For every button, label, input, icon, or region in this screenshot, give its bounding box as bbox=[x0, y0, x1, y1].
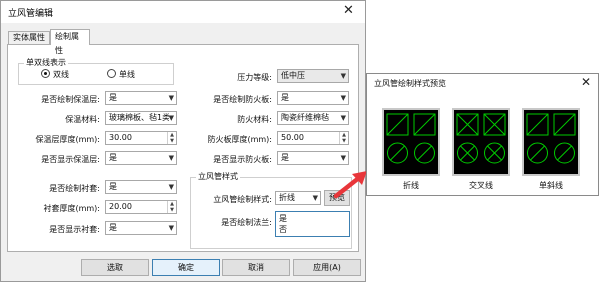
insulation-thickness-input[interactable]: 30.00 ▲ ▼ bbox=[105, 131, 177, 145]
draw-fireboard-select[interactable]: 是 ▼ bbox=[277, 91, 349, 105]
duct-style-group-title: 立风管样式 bbox=[196, 171, 240, 182]
chevron-down-icon: ▼ bbox=[340, 94, 346, 102]
line-mode-group-title: 单双线表示 bbox=[24, 57, 68, 68]
show-liner-label: 是否显示衬套: bbox=[49, 225, 100, 234]
double-line-radio[interactable] bbox=[41, 69, 50, 78]
draw-liner-label: 是否绘制衬套: bbox=[49, 184, 100, 193]
chevron-down-icon: ▼ bbox=[340, 154, 346, 162]
single-line-radio[interactable] bbox=[107, 69, 116, 78]
liner-thickness-label: 衬套厚度(mm): bbox=[43, 204, 100, 213]
flange-option-no[interactable]: 否 bbox=[279, 224, 287, 235]
fireboard-thickness-input[interactable]: 50.00 ▲ ▼ bbox=[277, 131, 349, 145]
cross-line-preview[interactable] bbox=[452, 108, 510, 176]
chevron-down-icon: ▼ bbox=[312, 194, 318, 202]
chevron-down-icon: ▼ bbox=[340, 72, 346, 80]
draw-flange-listbox[interactable]: 是 否 bbox=[275, 211, 350, 237]
spinner-icon: ▲ ▼ bbox=[167, 201, 176, 213]
select-button[interactable]: 选取 bbox=[81, 259, 149, 276]
show-fireboard-label: 是否显示防火板: bbox=[213, 155, 272, 164]
draw-insulation-select[interactable]: 是 ▼ bbox=[105, 91, 177, 105]
pressure-level-select[interactable]: 低中压 ▼ bbox=[277, 69, 349, 83]
duct-style-label: 立风管绘制样式: bbox=[213, 195, 272, 204]
tab-draw-properties[interactable]: 绘制属性 bbox=[50, 29, 90, 55]
cross-line-graphic bbox=[456, 113, 506, 164]
insulation-material-label: 保温材料: bbox=[65, 115, 100, 124]
show-fireboard-select[interactable]: 是 ▼ bbox=[277, 151, 349, 165]
preview-titlebar[interactable]: 立风管绘制样式预览 ✕ bbox=[367, 74, 598, 92]
draw-properties-panel: 单双线表示 双线 单线 是否绘制保温层: 是 ▼ 保温材料: 玻璃棉板、毡1类 ▼ … bbox=[7, 44, 359, 252]
chevron-down-icon: ▼ bbox=[168, 112, 174, 124]
apply-button[interactable]: 应用(A) bbox=[293, 259, 361, 276]
fold-line-preview[interactable] bbox=[382, 108, 440, 176]
show-insulation-label: 是否显示保温层: bbox=[41, 155, 100, 164]
duct-edit-dialog: 立风管编辑 ✕ 实体属性 绘制属性 单双线表示 双线 单线 是否绘制保温层: 是… bbox=[0, 0, 366, 282]
draw-insulation-label: 是否绘制保温层: bbox=[41, 95, 100, 104]
close-icon[interactable]: ✕ bbox=[343, 3, 354, 18]
insulation-thickness-label: 保温层厚度(mm): bbox=[35, 135, 100, 144]
fire-material-select[interactable]: 陶瓷纤维棉毡 ▼ bbox=[277, 111, 349, 125]
chevron-down-icon: ▼ bbox=[340, 114, 346, 122]
fold-line-graphic bbox=[386, 113, 436, 164]
style-preview-window: 立风管绘制样式预览 ✕ 折线 交叉线 单斜线 bbox=[366, 73, 599, 196]
draw-flange-label: 是否绘制法兰: bbox=[221, 218, 272, 227]
single-line-label: 单线 bbox=[119, 70, 135, 79]
insulation-material-select[interactable]: 玻璃棉板、毡1类 ▼ bbox=[105, 111, 177, 125]
show-liner-select[interactable]: 是 ▼ bbox=[105, 221, 177, 235]
chevron-down-icon: ▼ bbox=[168, 183, 174, 191]
liner-thickness-input[interactable]: 20.00 ▲ ▼ bbox=[105, 200, 177, 214]
fire-material-label: 防火材料: bbox=[237, 115, 272, 124]
dialog-titlebar[interactable]: 立风管编辑 ✕ bbox=[1, 1, 365, 23]
cancel-button[interactable]: 取消 bbox=[222, 259, 290, 276]
fold-line-label: 折线 bbox=[403, 181, 419, 190]
spinner-icon: ▲ ▼ bbox=[339, 132, 348, 144]
duct-style-select[interactable]: 折线 ▼ bbox=[275, 191, 321, 205]
close-icon[interactable]: ✕ bbox=[581, 75, 591, 89]
fireboard-thickness-label: 防火板厚度(mm): bbox=[207, 135, 272, 144]
chevron-down-icon: ▼ bbox=[168, 94, 174, 102]
cross-line-label: 交叉线 bbox=[469, 181, 493, 190]
double-line-label: 双线 bbox=[53, 70, 69, 79]
spinner-icon: ▲ ▼ bbox=[167, 132, 176, 144]
dialog-title: 立风管编辑 bbox=[8, 9, 54, 19]
chevron-down-icon: ▼ bbox=[168, 224, 174, 232]
ok-button[interactable]: 确定 bbox=[152, 259, 220, 276]
single-slash-graphic bbox=[526, 113, 576, 164]
tab-entity-properties[interactable]: 实体属性 bbox=[8, 31, 50, 45]
chevron-down-icon: ▼ bbox=[168, 154, 174, 162]
draw-liner-select[interactable]: 是 ▼ bbox=[105, 180, 177, 194]
preview-title: 立风管绘制样式预览 bbox=[374, 79, 446, 88]
show-insulation-select[interactable]: 是 ▼ bbox=[105, 151, 177, 165]
single-slash-label: 单斜线 bbox=[539, 181, 563, 190]
red-arrow-icon bbox=[333, 171, 367, 199]
single-slash-preview[interactable] bbox=[522, 108, 580, 176]
pressure-level-label: 压力等级: bbox=[237, 73, 272, 82]
flange-option-yes[interactable]: 是 bbox=[279, 213, 287, 224]
draw-fireboard-label: 是否绘制防火板: bbox=[213, 95, 272, 104]
